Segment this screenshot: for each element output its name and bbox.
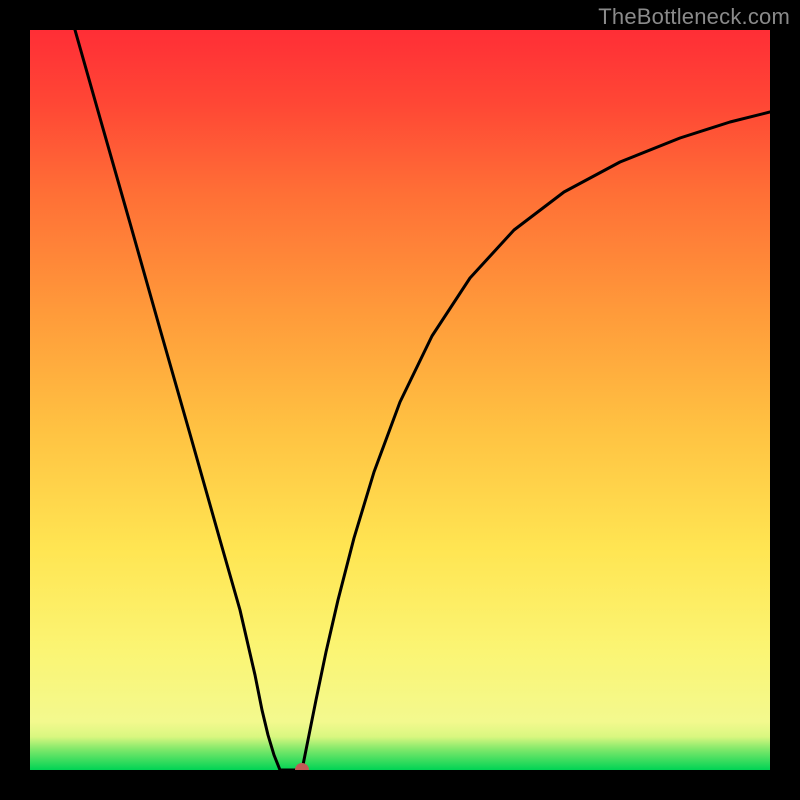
watermark-text: TheBottleneck.com [598,4,790,30]
curve-svg [30,30,770,770]
chart-container: TheBottleneck.com [0,0,800,800]
optimum-marker [295,763,309,770]
plot-area [30,30,770,770]
bottleneck-curve [75,30,770,770]
plot-frame [0,0,800,800]
